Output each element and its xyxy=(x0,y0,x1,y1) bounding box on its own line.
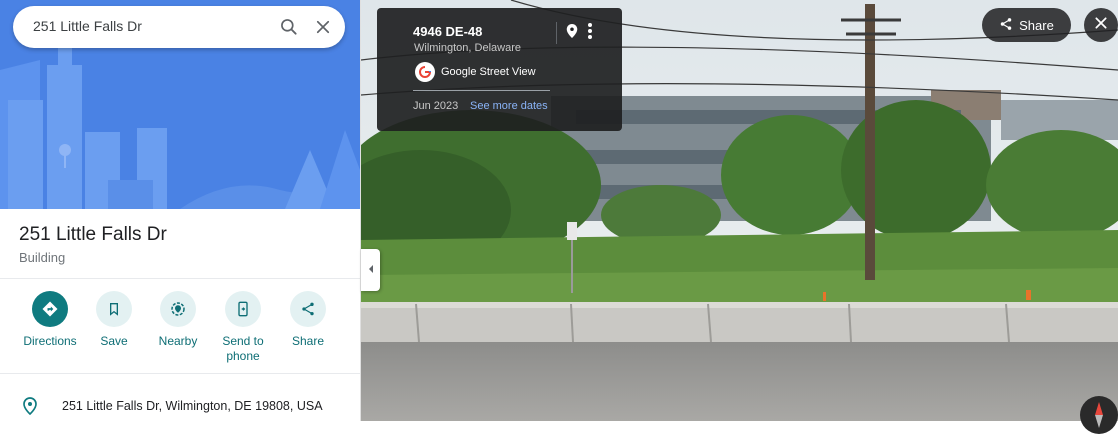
share-icon xyxy=(290,291,326,327)
nearby-label: Nearby xyxy=(158,334,198,348)
separator xyxy=(556,22,557,44)
save-button[interactable]: Save xyxy=(82,291,146,349)
directions-icon xyxy=(32,291,68,327)
divider xyxy=(0,373,360,374)
place-title: 251 Little Falls Dr xyxy=(19,224,167,245)
address-text: 251 Little Falls Dr, Wilmington, DE 1980… xyxy=(62,399,323,413)
nearby-icon xyxy=(160,291,196,327)
directions-label: Directions xyxy=(23,334,77,348)
address-row[interactable]: 251 Little Falls Dr, Wilmington, DE 1980… xyxy=(0,388,360,418)
location-pin-icon[interactable] xyxy=(565,22,579,45)
close-street-view-button[interactable] xyxy=(1084,8,1118,42)
location-pin-icon xyxy=(22,396,38,421)
street-view-address: 4946 DE-48 xyxy=(413,24,483,39)
nearby-button[interactable]: Nearby xyxy=(146,291,210,349)
search-input[interactable]: 251 Little Falls Dr xyxy=(33,18,142,34)
place-type: Building xyxy=(19,250,66,265)
collapse-panel-button[interactable] xyxy=(361,249,380,291)
share-button[interactable]: Share xyxy=(276,291,340,349)
place-panel: 251 Little Falls Dr 251 Little Falls Dr … xyxy=(0,0,361,421)
compass-icon[interactable] xyxy=(1080,396,1118,434)
street-view-location: Wilmington, Delaware xyxy=(414,42,521,54)
street-view-info-card: 4946 DE-48 Wilmington, Delaware Google S… xyxy=(377,8,622,131)
chevron-left-icon xyxy=(367,261,375,279)
bookmark-icon xyxy=(96,291,132,327)
capture-date: Jun 2023 xyxy=(413,100,459,112)
search-box[interactable]: 251 Little Falls Dr xyxy=(13,6,345,48)
send-to-phone-label: Send to phone xyxy=(222,334,264,363)
close-icon xyxy=(1094,16,1108,35)
google-logo-icon xyxy=(415,62,435,87)
more-options-icon[interactable] xyxy=(587,22,593,45)
send-to-phone-button[interactable]: Send to phone xyxy=(211,291,275,364)
share-icon xyxy=(999,17,1013,34)
divider xyxy=(413,90,550,91)
send-to-phone-icon xyxy=(225,291,261,327)
save-label: Save xyxy=(100,334,128,348)
street-view-provider: Google Street View xyxy=(441,66,536,78)
share-button-label: Share xyxy=(1019,17,1054,33)
divider xyxy=(0,278,360,279)
street-view-share-button[interactable]: Share xyxy=(982,8,1071,42)
share-label: Share xyxy=(291,334,325,348)
search-icon[interactable] xyxy=(277,15,301,39)
see-more-dates-link[interactable]: See more dates xyxy=(470,100,548,112)
close-icon[interactable] xyxy=(311,15,335,39)
directions-button[interactable]: Directions xyxy=(18,291,82,349)
